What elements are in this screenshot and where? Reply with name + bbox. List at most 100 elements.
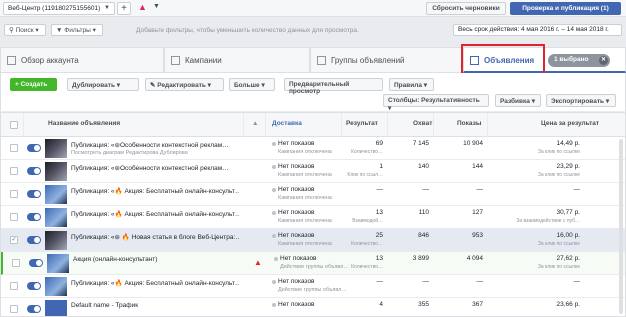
- account-selector[interactable]: Веб-Центр (119180275155601) ▼: [3, 2, 115, 15]
- delivery-substatus: Действие группы объявл…: [280, 264, 349, 270]
- columns-button[interactable]: Столбцы: Результативность ▾: [383, 94, 489, 112]
- row-toggle[interactable]: [27, 213, 41, 221]
- row-toggle[interactable]: [27, 144, 41, 152]
- reach-value: 355: [418, 301, 429, 308]
- filter-hint: Добавьте фильтры, чтобы уменьшить количе…: [136, 27, 359, 34]
- cost-type: За клик по ссылке: [537, 149, 580, 155]
- reach-value: 140: [418, 163, 429, 170]
- header-delivery[interactable]: Доставка: [272, 120, 302, 127]
- tab-account-overview[interactable]: Обзор аккаунта: [0, 47, 164, 73]
- table-row[interactable]: Публикация: «⊜Особенности контекстной ре…: [1, 160, 625, 183]
- row-checkbox[interactable]: [10, 282, 18, 290]
- pencil-icon: ✎: [150, 82, 156, 89]
- add-button[interactable]: +: [117, 2, 131, 15]
- row-checkbox-checked[interactable]: ✓: [10, 236, 18, 244]
- breakdown-button[interactable]: Разбивка ▾: [495, 94, 541, 107]
- close-icon[interactable]: ✕: [599, 56, 608, 65]
- status-dot: [274, 257, 278, 261]
- row-toggle[interactable]: [27, 282, 41, 290]
- header-cost[interactable]: Цена за результат: [541, 120, 599, 127]
- more-label: Больше: [234, 82, 260, 89]
- header-impressions[interactable]: Показы: [457, 120, 481, 127]
- date-range-picker[interactable]: Весь срок действия: 4 мая 2016 г. – 14 м…: [453, 24, 622, 36]
- delivery-substatus: Кампания отключена: [278, 172, 332, 178]
- edit-label: Редактировать: [157, 82, 206, 89]
- more-button[interactable]: Больше ▾: [229, 78, 275, 91]
- reach-value: 3 899: [412, 255, 429, 262]
- cost-value: 27,62 р.: [556, 255, 581, 262]
- table-row[interactable]: Default name - Трафик Нет показов 4 355 …: [1, 298, 625, 316]
- row-checkbox[interactable]: [10, 144, 18, 152]
- reach-value: —: [422, 278, 430, 285]
- filter-icon: ▼: [56, 27, 63, 34]
- delivery-status: Нет показов: [278, 278, 315, 285]
- ad-name[interactable]: Публикация: «🔥 Акция: Бесплатный онлайн-…: [71, 279, 239, 287]
- review-publish-button[interactable]: Проверка и публикация (1): [510, 2, 621, 15]
- ad-name[interactable]: Публикация: «⊜Особенности контекстной ре…: [71, 141, 239, 149]
- ad-name[interactable]: Публикация: «⊜ 🔥 Новая статья в блоге Ве…: [71, 233, 239, 241]
- table-row[interactable]: Акция (онлайн-консультант) ▲ Нет показов…: [1, 252, 625, 275]
- tab-campaigns[interactable]: Кампании: [164, 47, 310, 73]
- results-value: 13: [375, 255, 383, 262]
- rules-button[interactable]: Правила ▾: [389, 78, 434, 91]
- account-name: Веб-Центр (119180275155601): [8, 5, 101, 12]
- table-header: Название объявления ▲ Доставка Результат…: [1, 113, 625, 137]
- ad-name[interactable]: Публикация: «🔥 Акция: Бесплатный онлайн-…: [71, 187, 239, 195]
- results-value: —: [376, 278, 384, 285]
- select-all-checkbox[interactable]: [10, 121, 18, 129]
- ad-name[interactable]: Публикация: «⊜Особенности контекстной ре…: [71, 164, 239, 172]
- duplicate-label: Дублировать: [72, 82, 115, 89]
- row-checkbox[interactable]: [10, 167, 18, 175]
- results-type: Клик по ссыл…: [347, 172, 383, 178]
- tab-adsets[interactable]: Группы объявлений: [310, 47, 463, 73]
- cost-value: 23,66 р.: [556, 301, 581, 308]
- ad-thumbnail: [45, 208, 67, 227]
- vertical-scrollbar[interactable]: [619, 139, 623, 314]
- delivery-status: Нет показов: [278, 232, 315, 239]
- table-row[interactable]: ✓ Публикация: «⊜ 🔥 Новая статья в блоге …: [1, 229, 625, 252]
- search-button[interactable]: ⚲ Поиск ▾: [4, 24, 46, 36]
- results-value: —: [376, 186, 384, 193]
- filters-button[interactable]: ▼ Фильтры ▾: [51, 24, 103, 36]
- table-row[interactable]: Публикация: «⊜Особенности контекстной ре…: [1, 137, 625, 160]
- row-checkbox[interactable]: [10, 190, 18, 198]
- header-reach[interactable]: Охват: [413, 120, 432, 127]
- delivery-status: Нет показов: [278, 186, 315, 193]
- row-actions[interactable]: Посмотреть диаграм Редактирова Дублирова: [71, 150, 188, 156]
- header-results[interactable]: Результат: [346, 120, 378, 127]
- row-toggle[interactable]: [29, 259, 43, 267]
- cost-type: За клик по ссылке: [537, 172, 580, 178]
- header-name[interactable]: Название объявления: [48, 120, 120, 127]
- preview-button[interactable]: Предварительный просмотр: [284, 78, 383, 95]
- duplicate-button[interactable]: Дублировать ▾: [67, 78, 139, 91]
- grid-icon: [7, 56, 16, 65]
- export-button[interactable]: Экспортировать ▾: [546, 94, 616, 107]
- edit-button[interactable]: ✎ Редактировать ▾: [145, 78, 224, 91]
- delivery-substatus: Кампания отключена: [278, 195, 332, 201]
- row-checkbox[interactable]: [10, 213, 18, 221]
- highlight-box: [461, 44, 545, 76]
- row-toggle[interactable]: [27, 190, 41, 198]
- ad-thumbnail: [45, 231, 67, 250]
- row-checkbox[interactable]: [12, 259, 20, 267]
- warning-icon[interactable]: ▲: [254, 258, 262, 267]
- impressions-value: 144: [472, 163, 483, 170]
- ad-name[interactable]: Default name - Трафик: [71, 302, 239, 309]
- ad-name[interactable]: Акция (онлайн-консультант): [73, 256, 241, 263]
- chevron-down-icon[interactable]: ▼: [153, 3, 160, 10]
- chevron-down-icon: ▾: [92, 27, 96, 34]
- rules-label: Правила: [394, 82, 422, 89]
- table-row[interactable]: Публикация: «🔥 Акция: Бесплатный онлайн-…: [1, 183, 625, 206]
- row-toggle[interactable]: [27, 236, 41, 244]
- row-toggle[interactable]: [27, 167, 41, 175]
- row-checkbox[interactable]: [10, 305, 18, 313]
- warning-icon[interactable]: ▲: [138, 2, 147, 12]
- row-toggle[interactable]: [27, 305, 41, 313]
- status-dot: [272, 303, 276, 307]
- table-row[interactable]: Публикация: «🔥 Акция: Бесплатный онлайн-…: [1, 206, 625, 229]
- ad-name[interactable]: Публикация: «🔥 Акция: Бесплатный онлайн-…: [71, 210, 239, 218]
- discard-drafts-button[interactable]: Сбросить черновики: [426, 2, 506, 15]
- create-button[interactable]: + Создать: [10, 78, 57, 91]
- table-row[interactable]: Публикация: «🔥 Акция: Бесплатный онлайн-…: [1, 275, 625, 298]
- selected-count-chip[interactable]: 1 выбрано ✕: [548, 54, 610, 67]
